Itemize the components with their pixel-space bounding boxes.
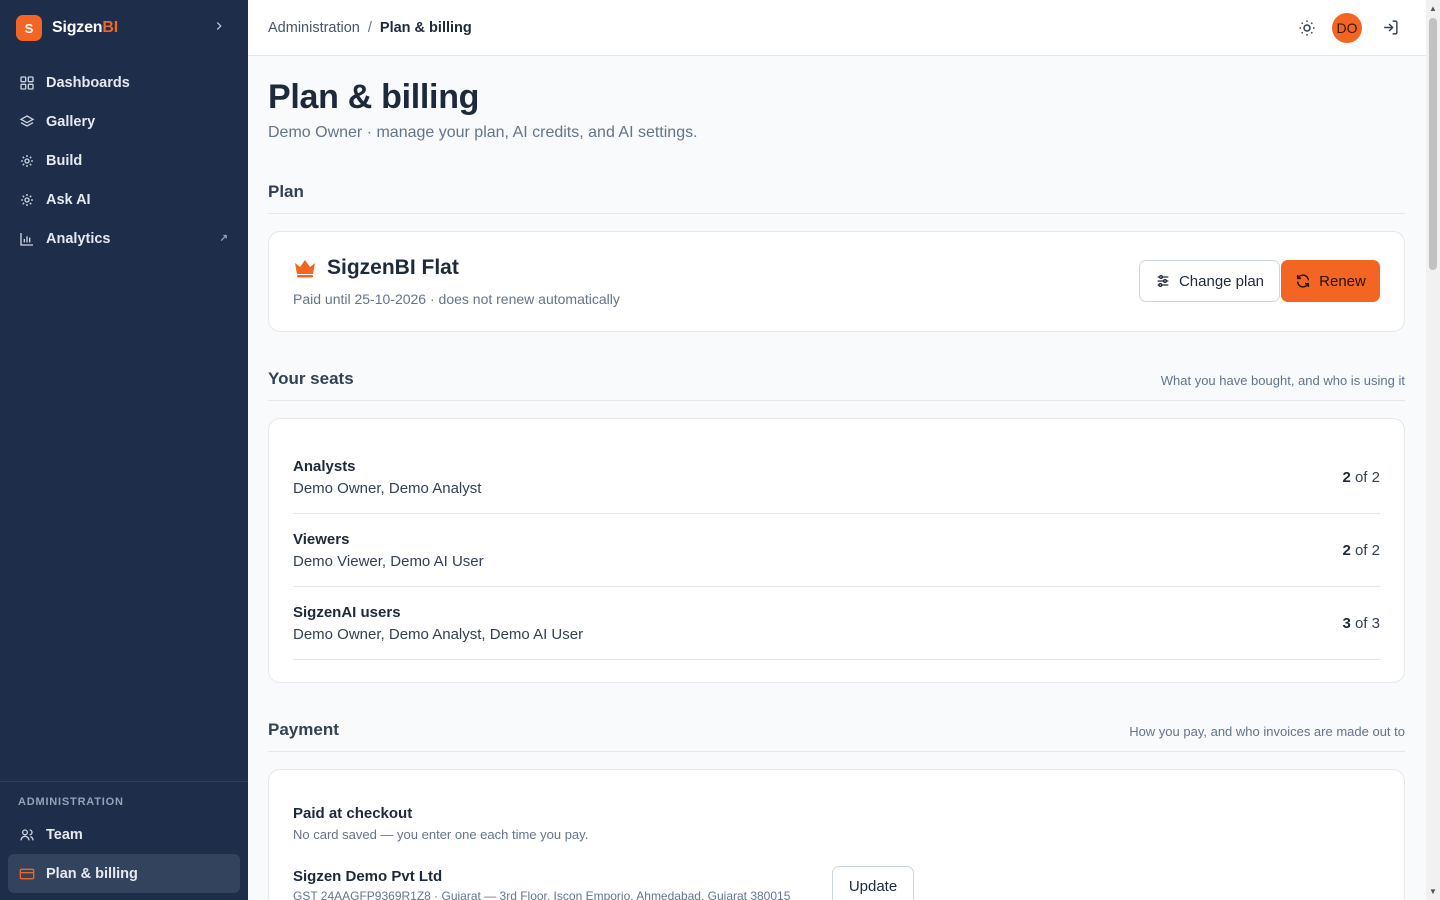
seat-total: of 2 xyxy=(1354,542,1380,559)
layers-icon xyxy=(19,114,35,130)
sidebar-divider xyxy=(0,781,248,782)
sidebar: S SigzenBI Dashboards Gallery Build Ask … xyxy=(0,0,248,900)
breadcrumb-parent[interactable]: Administration xyxy=(268,20,360,36)
seat-users: Demo Viewer, Demo AI User xyxy=(293,553,484,570)
sidebar-item-gallery[interactable]: Gallery xyxy=(8,102,240,141)
plan-name-text: SigzenBI Flat xyxy=(327,256,459,279)
sidebar-item-ask-ai[interactable]: Ask AI xyxy=(8,180,240,219)
update-billing-button[interactable]: Update xyxy=(832,866,914,900)
page-title: Plan & billing xyxy=(268,78,480,116)
seats-section-header: Your seats What you have bought, and who… xyxy=(268,369,1405,401)
main-nav: Dashboards Gallery Build Ask AI Analytic… xyxy=(8,63,240,258)
payment-section-header: Payment How you pay, and who invoices ar… xyxy=(268,720,1405,752)
topbar-actions: DO xyxy=(1296,12,1400,43)
theme-toggle-sun-icon[interactable] xyxy=(1296,17,1318,39)
company-name: Sigzen Demo Pvt Ltd xyxy=(293,868,443,885)
sidebar-item-analytics[interactable]: Analytics ↗ xyxy=(8,219,240,258)
seat-total: of 3 xyxy=(1354,615,1380,632)
seat-type: Analysts xyxy=(293,458,356,475)
brand-logo: S xyxy=(16,15,42,41)
grid-icon xyxy=(19,75,35,91)
sidebar-item-label: Team xyxy=(46,826,83,843)
seat-row: Viewers Demo Viewer, Demo AI User 2 of 2 xyxy=(293,514,1380,587)
crown-icon xyxy=(293,258,317,278)
sparkle-icon xyxy=(19,153,35,169)
company-detail: GST 24AAGFP9369R1Z8 · Gujarat — 3rd Floo… xyxy=(293,889,791,900)
users-icon xyxy=(19,827,35,843)
sidebar-item-dashboards[interactable]: Dashboards xyxy=(8,63,240,102)
admin-section-label: ADMINISTRATION xyxy=(18,796,124,808)
topbar: Administration / Plan & billing DO xyxy=(248,0,1426,56)
sparkle-icon xyxy=(19,192,35,208)
seat-users: Demo Owner, Demo Analyst, Demo AI User xyxy=(293,626,584,643)
page-subtitle: Demo Owner · manage your plan, AI credit… xyxy=(268,124,698,141)
seat-type: SigzenAI users xyxy=(293,604,401,621)
renew-label: Renew xyxy=(1319,272,1366,290)
seat-type: Viewers xyxy=(293,531,350,548)
change-plan-label: Change plan xyxy=(1178,272,1265,290)
section-note: What you have bought, and who is using i… xyxy=(1160,373,1405,388)
scroll-up-arrow-icon[interactable]: ▲ xyxy=(1429,4,1437,13)
plan-name: SigzenBI Flat xyxy=(293,256,459,280)
seats-card: Analysts Demo Owner, Demo Analyst 2 of 2… xyxy=(268,418,1405,683)
seat-count: 2 of 2 xyxy=(1342,542,1380,559)
external-link-icon: ↗ xyxy=(219,233,228,244)
sidebar-item-label: Ask AI xyxy=(46,191,91,208)
avatar[interactable]: DO xyxy=(1332,12,1362,43)
seat-count: 2 of 2 xyxy=(1342,469,1380,486)
sidebar-item-team[interactable]: Team xyxy=(8,815,240,854)
sidebar-item-label: Dashboards xyxy=(46,74,130,91)
admin-nav: Team Plan & billing xyxy=(8,815,240,893)
scrollbar-thumb[interactable] xyxy=(1429,18,1437,270)
scrollbar[interactable]: ▲ ▼ xyxy=(1426,0,1440,900)
seat-row: SigzenAI users Demo Owner, Demo Analyst,… xyxy=(293,587,1380,660)
plan-status: Paid until 25-10-2026 · does not renew a… xyxy=(293,291,620,307)
payment-method-title: Paid at checkout xyxy=(293,805,413,822)
seat-used: 3 xyxy=(1342,615,1351,632)
sidebar-item-label: Analytics xyxy=(46,230,111,247)
brand-name: SigzenBI xyxy=(52,19,118,37)
sidebar-item-label: Build xyxy=(46,152,83,169)
plan-section-header: Plan xyxy=(268,182,1405,214)
sidebar-item-label: Gallery xyxy=(46,113,96,130)
bar-chart-icon xyxy=(19,231,35,247)
payment-card: Paid at checkout No card saved — you ent… xyxy=(268,769,1405,900)
seat-row: Analysts Demo Owner, Demo Analyst 2 of 2 xyxy=(293,441,1380,514)
scroll-down-arrow-icon[interactable]: ▼ xyxy=(1429,887,1437,896)
seat-users: Demo Owner, Demo Analyst xyxy=(293,480,482,497)
breadcrumb-separator: / xyxy=(367,19,372,36)
brand[interactable]: S SigzenBI xyxy=(16,14,232,42)
chevron-right-icon[interactable] xyxy=(212,19,226,37)
renew-button[interactable]: Renew xyxy=(1281,260,1380,302)
seat-total: of 2 xyxy=(1354,469,1380,486)
section-title: Payment xyxy=(268,720,339,739)
refresh-icon xyxy=(1295,273,1311,289)
brand-name-main: Sigzen xyxy=(52,19,103,36)
brand-name-accent: BI xyxy=(102,19,118,36)
sign-out-icon[interactable] xyxy=(1380,18,1400,38)
seat-count: 3 of 3 xyxy=(1342,615,1380,632)
payment-method-note: No card saved — you enter one each time … xyxy=(293,827,589,842)
credit-card-icon xyxy=(19,866,35,882)
sliders-icon xyxy=(1155,273,1171,289)
sidebar-item-plan-billing[interactable]: Plan & billing xyxy=(8,854,240,893)
breadcrumb-current: Plan & billing xyxy=(379,19,472,36)
seat-used: 2 xyxy=(1342,469,1351,486)
section-title: Your seats xyxy=(268,369,354,388)
sidebar-item-build[interactable]: Build xyxy=(8,141,240,180)
plan-card: SigzenBI Flat Paid until 25-10-2026 · do… xyxy=(268,231,1405,332)
section-title: Plan xyxy=(268,182,304,201)
section-note: How you pay, and who invoices are made o… xyxy=(1129,724,1405,739)
change-plan-button[interactable]: Change plan xyxy=(1139,260,1280,302)
seat-used: 2 xyxy=(1342,542,1351,559)
breadcrumb: Administration / Plan & billing xyxy=(268,20,472,36)
sidebar-item-label: Plan & billing xyxy=(46,865,138,882)
